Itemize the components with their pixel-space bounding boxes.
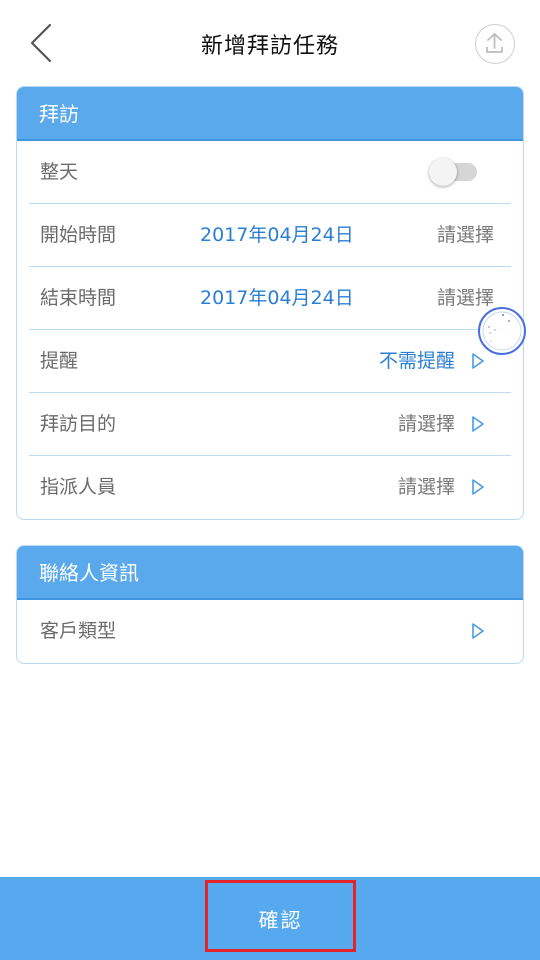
visit-card: 拜訪 整天 開始時間 2017年04月24日 請選擇 結束時間 2017年04月… — [16, 86, 524, 520]
customer-type-row[interactable]: 客戶類型 — [29, 600, 511, 663]
assignee-value: 請選擇 — [397, 476, 455, 498]
assignee-label: 指派人員 — [40, 476, 117, 498]
start-time-select[interactable]: 請選擇 — [437, 204, 494, 267]
customer-type-label: 客戶類型 — [40, 620, 117, 642]
chevron-right-icon — [472, 353, 484, 369]
visit-purpose-value: 請選擇 — [397, 413, 455, 435]
toggle-knob — [429, 158, 457, 186]
contact-card: 聯絡人資訊 客戶類型 — [16, 545, 524, 664]
end-time-row[interactable]: 結束時間 2017年04月24日 請選擇 — [29, 267, 511, 330]
end-date-value[interactable]: 2017年04月24日 — [200, 267, 354, 330]
reminder-label: 提醒 — [40, 350, 79, 372]
top-bar: 新增拜訪任務 — [0, 0, 540, 86]
contact-section-title: 聯絡人資訊 — [17, 546, 523, 600]
start-time-label: 開始時間 — [40, 224, 117, 246]
chevron-right-icon — [472, 416, 484, 432]
floating-assistive-button[interactable] — [478, 307, 526, 355]
upload-icon — [486, 33, 503, 53]
page-title: 新增拜訪任務 — [200, 34, 339, 59]
chevron-right-icon — [472, 479, 484, 495]
floating-ball-icon — [482, 311, 522, 351]
chevron-right-icon — [472, 623, 484, 639]
start-time-row[interactable]: 開始時間 2017年04月24日 請選擇 — [29, 204, 511, 267]
visit-purpose-row[interactable]: 拜訪目的 請選擇 — [29, 393, 511, 456]
reminder-row[interactable]: 提醒 不需提醒 — [29, 330, 511, 393]
all-day-row: 整天 — [29, 141, 511, 204]
bottom-bar: 確認 — [0, 877, 540, 960]
visit-section-title: 拜訪 — [17, 87, 523, 141]
reminder-value: 不需提醒 — [378, 350, 455, 372]
all-day-label: 整天 — [40, 161, 79, 183]
upload-button[interactable] — [475, 24, 515, 64]
start-date-value[interactable]: 2017年04月24日 — [200, 204, 354, 267]
all-day-toggle[interactable] — [429, 158, 479, 186]
visit-purpose-label: 拜訪目的 — [40, 413, 117, 435]
assignee-row[interactable]: 指派人員 請選擇 — [29, 456, 511, 519]
end-time-label: 結束時間 — [40, 287, 117, 309]
confirm-button[interactable]: 確認 — [205, 880, 356, 952]
